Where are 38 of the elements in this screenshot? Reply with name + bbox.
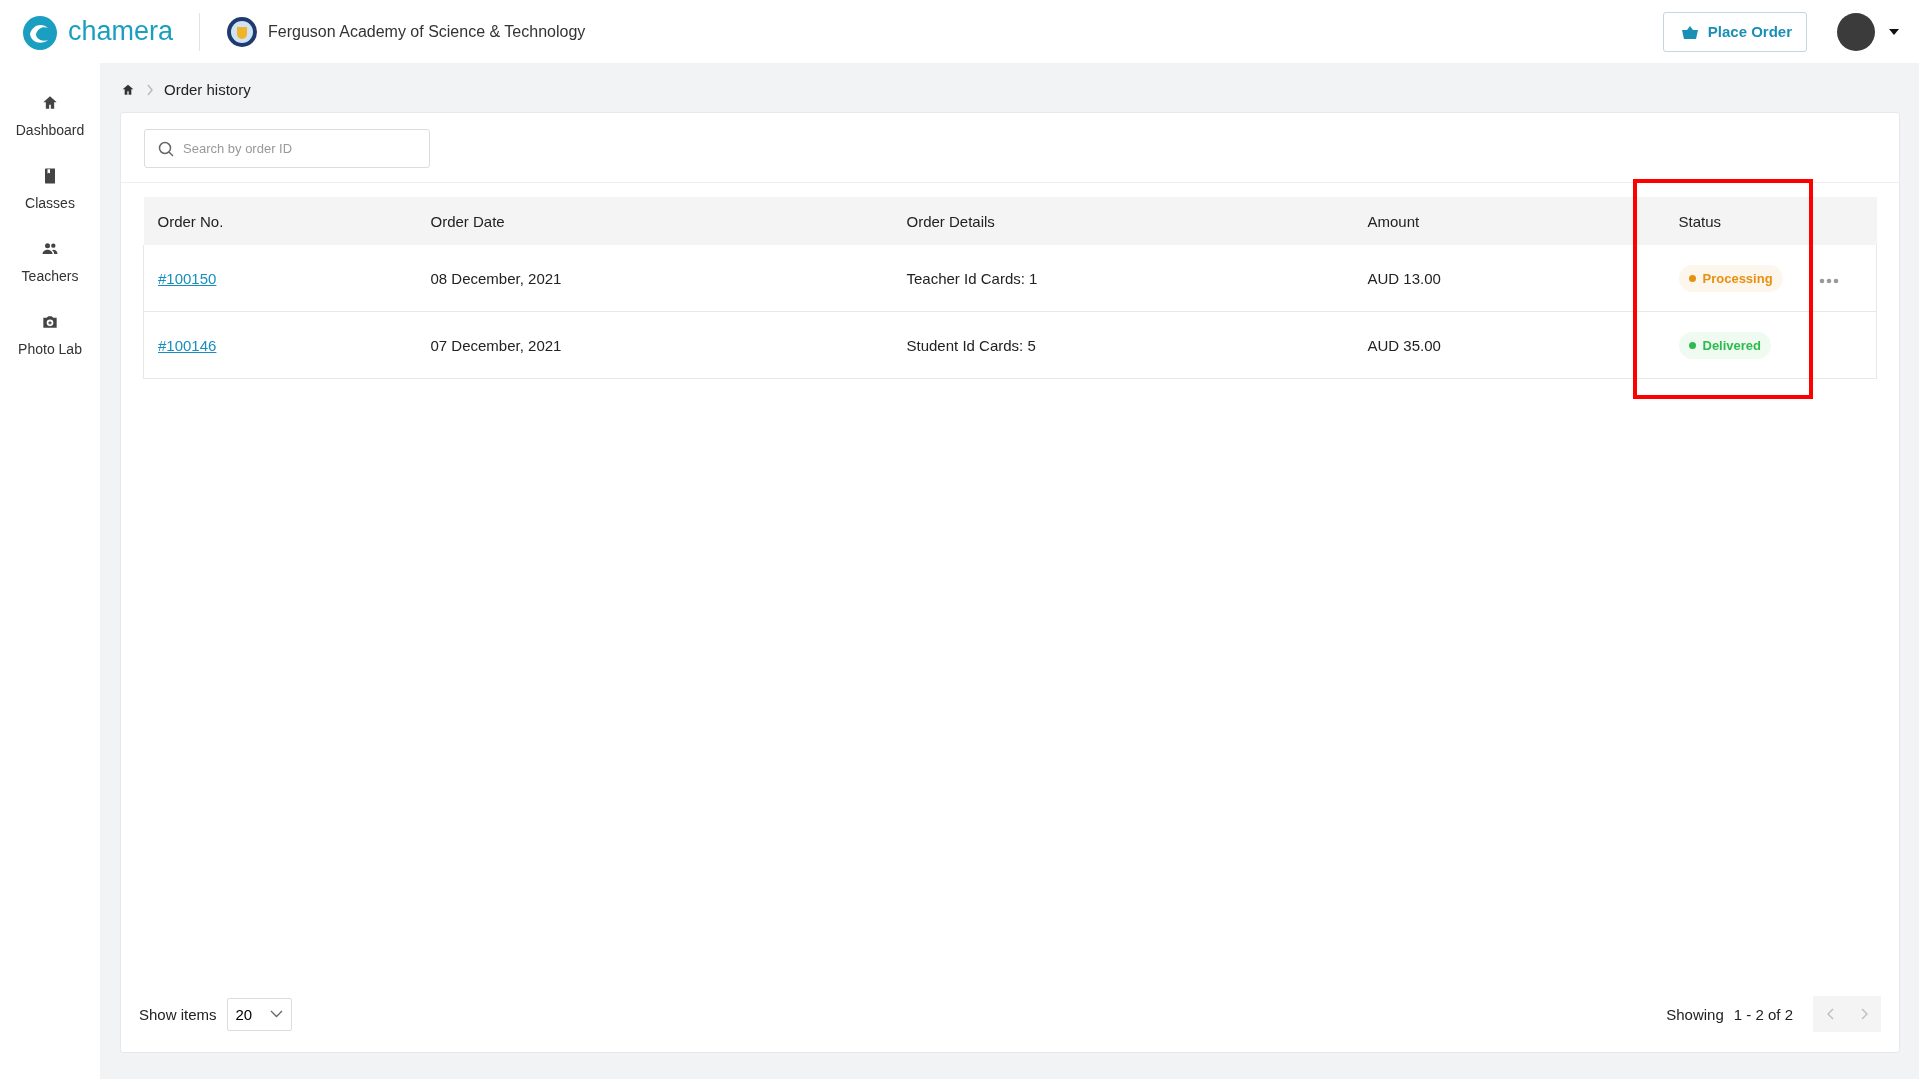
column-header: Order Details <box>892 197 1354 245</box>
chevron-left-icon <box>1826 1008 1834 1020</box>
sidebar-item[interactable]: Dashboard <box>15 93 85 138</box>
crest-icon <box>226 15 259 48</box>
user-avatar[interactable] <box>1837 12 1875 51</box>
column-header: Amount <box>1353 197 1665 245</box>
caret-icon[interactable] <box>1889 28 1899 35</box>
order-link[interactable]: #100146 <box>158 336 217 354</box>
more-icon[interactable] <box>1818 277 1839 284</box>
column-header: Order No. <box>143 197 417 245</box>
basket-icon <box>1681 24 1698 39</box>
page-size-select[interactable]: 20 <box>226 997 293 1031</box>
breadcrumb-current: Order history <box>164 81 251 98</box>
chevron-down-icon <box>270 1010 284 1018</box>
chevron-right-icon <box>1860 1008 1868 1020</box>
table-cell: 07 December, 2021 <box>416 311 893 379</box>
column-header: Status <box>1664 197 1805 245</box>
place-order-button[interactable]: Place Order <box>1662 11 1807 52</box>
table-cell: 08 December, 2021 <box>416 245 893 312</box>
page-range: 1 - 2 of 2 <box>1733 1005 1793 1023</box>
table-cell: AUD 13.00 <box>1353 245 1665 312</box>
column-header: Order Date <box>416 197 893 245</box>
show-items-label: Show items <box>139 1005 217 1023</box>
table-cell: Teacher Id Cards: 1 <box>892 245 1354 312</box>
status-badge: Delivered <box>1678 331 1772 359</box>
sidebar-item[interactable]: Teachers <box>21 239 79 284</box>
chevron-icon <box>146 83 154 96</box>
school-name: Ferguson Academy of Science & Technology <box>268 22 586 41</box>
showing-label: Showing <box>1666 1005 1724 1023</box>
search-field[interactable]: Search by order ID <box>144 129 430 168</box>
status-badge: Processing <box>1678 264 1783 292</box>
search-icon <box>158 141 174 157</box>
logo-wordmark: chamera <box>68 16 174 47</box>
table-cell: Student Id Cards: 5 <box>892 311 1354 379</box>
sidebar-item[interactable]: Classes <box>25 166 75 211</box>
sidebar-item[interactable]: Photo Lab <box>18 312 82 357</box>
table-cell: AUD 35.00 <box>1353 311 1665 379</box>
order-link[interactable]: #100150 <box>158 269 217 287</box>
